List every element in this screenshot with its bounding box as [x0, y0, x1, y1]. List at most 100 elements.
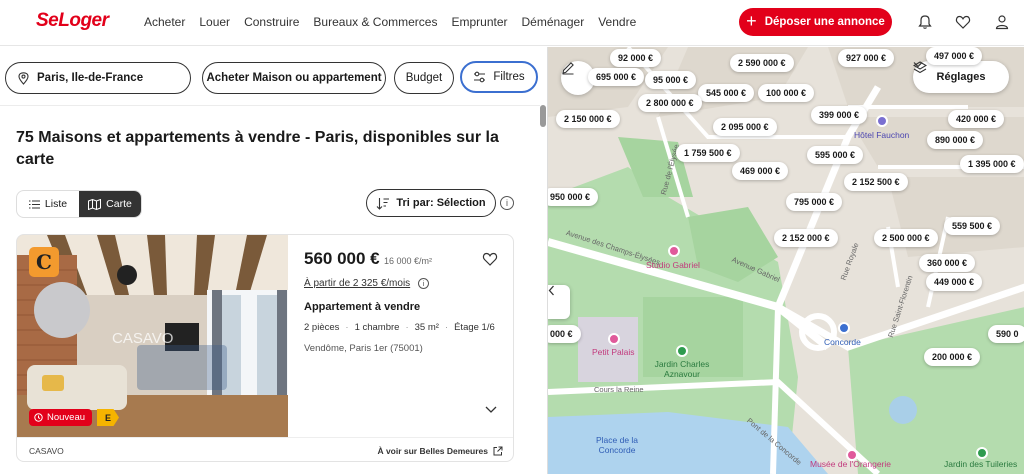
- budget-button[interactable]: Budget: [394, 62, 454, 94]
- hotel-poi-icon[interactable]: [876, 115, 888, 127]
- poi-label: Concorde: [824, 337, 861, 347]
- location-search-input[interactable]: Paris, Ile-de-France: [5, 62, 191, 94]
- listing-area: 35 m²: [414, 322, 439, 333]
- map-price-tag[interactable]: 590 0: [988, 325, 1024, 343]
- map-price-tag[interactable]: 399 000 €: [811, 106, 868, 124]
- map-price-tag[interactable]: 2 152 500 €: [844, 173, 908, 191]
- sort-button[interactable]: Tri par: Sélection: [366, 189, 496, 217]
- filters-label: Filtres: [493, 71, 525, 83]
- nav-demenager[interactable]: Déménager: [522, 15, 585, 29]
- new-badge-label: Nouveau: [47, 412, 86, 423]
- map-price-tag[interactable]: 360 000 €: [919, 254, 976, 272]
- nav-vendre[interactable]: Vendre: [598, 15, 636, 29]
- map-price-tag[interactable]: 449 000 €: [926, 273, 983, 291]
- map-price-tag[interactable]: 95 000 €: [645, 71, 697, 89]
- price-per-m2: 16 000 €/m²: [384, 256, 433, 266]
- heart-icon[interactable]: [953, 12, 973, 32]
- listing-footer: CASAVO À voir sur Belles Demeures: [17, 437, 513, 461]
- nav-acheter[interactable]: Acheter: [144, 15, 185, 29]
- map-price-tag[interactable]: 000 €: [548, 325, 581, 343]
- nav-construire[interactable]: Construire: [244, 15, 299, 29]
- location-pin-icon: [18, 71, 29, 85]
- map-price-tag[interactable]: 927 000 €: [838, 49, 895, 67]
- map-view-label: Carte: [106, 198, 132, 210]
- agency-name: CASAVO: [29, 445, 64, 456]
- results-map[interactable]: Réglages Avenue des Champs-Élysées Avenu…: [547, 47, 1024, 474]
- map-price-tag[interactable]: 2 500 000 €: [874, 229, 938, 247]
- map-price-tag[interactable]: 1 759 500 €: [676, 144, 740, 162]
- results-panel: Paris, Ile-de-France Acheter Maison ou a…: [0, 47, 547, 474]
- metro-poi-icon[interactable]: [838, 322, 850, 334]
- nav-bureaux-commerces[interactable]: Bureaux & Commerces: [313, 15, 437, 29]
- favorite-heart-icon[interactable]: [482, 251, 498, 267]
- chevron-down-icon: [913, 62, 923, 68]
- details-separator: ·: [405, 322, 409, 333]
- clock-icon: [34, 413, 43, 422]
- studio-poi-icon[interactable]: [668, 245, 680, 257]
- project-type-button[interactable]: Acheter Maison ou appartement: [202, 62, 386, 94]
- bell-icon[interactable]: [915, 12, 935, 32]
- map-price-tag[interactable]: 497 000 €: [926, 47, 983, 65]
- park-poi-icon[interactable]: [976, 447, 988, 459]
- listing-bedrooms: 1 chambre: [354, 322, 400, 333]
- map-settings-label: Réglages: [936, 71, 986, 83]
- map-price-tag[interactable]: 2 150 000 €: [556, 110, 620, 128]
- results-title: 75 Maisons et appartements à vendre - Pa…: [16, 129, 499, 168]
- list-view-label: Liste: [44, 198, 68, 210]
- map-icon: [88, 198, 102, 210]
- chevron-down-icon[interactable]: [484, 401, 498, 413]
- map-price-tag[interactable]: 595 000 €: [807, 146, 864, 164]
- map-price-tag[interactable]: 420 000 €: [948, 110, 1005, 128]
- list-icon: [28, 200, 40, 208]
- map-price-tag[interactable]: 2 095 000 €: [713, 118, 777, 136]
- listing-card[interactable]: CASAVO C Nouveau E 560 000 € 16 000 €/m²…: [16, 234, 514, 462]
- nav-emprunter[interactable]: Emprunter: [451, 15, 507, 29]
- map-price-tag[interactable]: 200 000 €: [924, 348, 981, 366]
- monthly-payment-link[interactable]: À partir de 2 325 €/mois: [304, 278, 410, 289]
- nav-louer[interactable]: Louer: [199, 15, 230, 29]
- post-listing-button[interactable]: + Déposer une annonce: [739, 8, 892, 36]
- results-scrollbar[interactable]: [540, 105, 546, 127]
- map-price-tag[interactable]: 92 000 €: [610, 49, 662, 67]
- map-price-tag[interactable]: 2 152 000 €: [774, 229, 838, 247]
- map-price-tag[interactable]: 559 500 €: [944, 217, 1001, 235]
- map-price-tag[interactable]: 100 000 €: [758, 84, 815, 102]
- map-settings-button[interactable]: Réglages: [913, 61, 1009, 93]
- listing-type: Appartement à vendre: [304, 301, 421, 313]
- list-view-button[interactable]: Liste: [17, 191, 79, 217]
- map-price-tag[interactable]: 890 000 €: [927, 131, 984, 149]
- project-type-label: Acheter Maison ou appartement: [206, 72, 382, 84]
- map-price-tag[interactable]: 950 000 €: [548, 188, 599, 206]
- park-poi-icon[interactable]: [676, 345, 688, 357]
- details-separator: ·: [345, 322, 349, 333]
- external-link-icon: [493, 446, 503, 455]
- budget-label: Budget: [405, 72, 443, 84]
- search-divider: [0, 105, 540, 106]
- collapse-map-button[interactable]: [548, 285, 570, 319]
- map-price-tag[interactable]: 2 800 000 €: [638, 94, 702, 112]
- agency-logo: C: [29, 247, 59, 277]
- external-listing-link[interactable]: À voir sur Belles Demeures: [377, 446, 503, 456]
- museum-poi-icon[interactable]: [608, 333, 620, 345]
- pencil-icon: [562, 62, 574, 75]
- details-separator: ·: [444, 322, 449, 333]
- map-price-tag[interactable]: 2 590 000 €: [730, 54, 794, 72]
- poi-label: Place de la Concorde: [595, 435, 639, 455]
- map-price-tag[interactable]: 469 000 €: [732, 162, 789, 180]
- map-price-tag[interactable]: 545 000 €: [698, 84, 755, 102]
- street-label: Cours la Reine: [594, 385, 644, 394]
- sliders-icon: [474, 71, 486, 83]
- user-icon[interactable]: [992, 12, 1012, 32]
- sort-label: Tri par: Sélection: [396, 197, 486, 209]
- plus-icon: +: [746, 10, 757, 31]
- info-icon[interactable]: i: [500, 196, 514, 210]
- map-price-tag[interactable]: 695 000 €: [588, 68, 645, 86]
- listing-photo[interactable]: CASAVO C Nouveau E: [17, 235, 288, 437]
- map-view-button[interactable]: Carte: [79, 191, 141, 217]
- seloger-logo[interactable]: SeLoger: [36, 10, 109, 32]
- new-badge: Nouveau: [29, 409, 93, 426]
- monthly-info-icon[interactable]: i: [418, 278, 429, 289]
- map-price-tag[interactable]: 795 000 €: [786, 193, 843, 211]
- map-price-tag[interactable]: 1 395 000 €: [960, 155, 1024, 173]
- filters-button[interactable]: Filtres: [460, 61, 538, 93]
